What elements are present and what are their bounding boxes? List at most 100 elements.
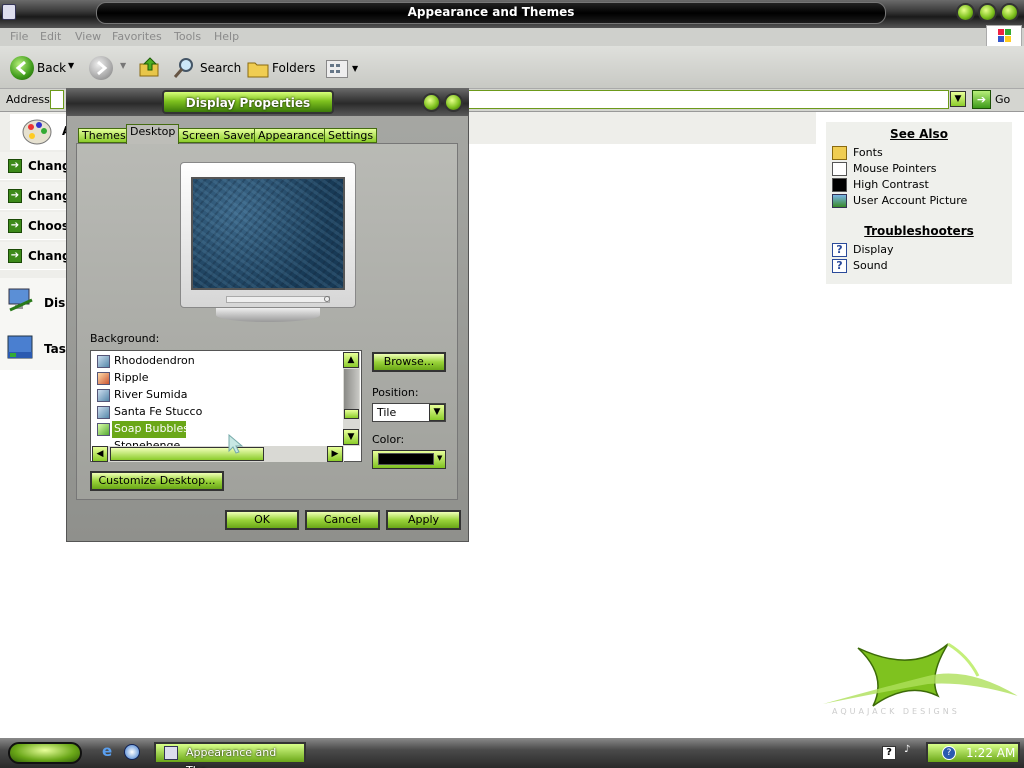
minimize-button[interactable] <box>956 3 975 22</box>
arrow-right-icon: ➔ <box>8 189 22 203</box>
chevron-down-icon[interactable]: ▼ <box>437 454 442 462</box>
search-icon[interactable] <box>172 56 196 80</box>
maximize-button[interactable] <box>978 3 997 22</box>
high-contrast-icon <box>832 178 847 192</box>
help-icon: ? <box>832 243 847 257</box>
user-picture-icon <box>832 194 847 208</box>
tab-appearance[interactable]: Appearance <box>254 128 329 143</box>
folders-icon[interactable] <box>246 57 270 79</box>
apply-button[interactable]: Apply <box>386 510 461 530</box>
list-item[interactable]: River Sumida <box>114 387 187 403</box>
vertical-scroll-thumb[interactable] <box>344 369 359 409</box>
troubleshooter-link[interactable]: Sound <box>853 259 888 272</box>
list-item[interactable]: Stonehenge <box>114 438 180 446</box>
arrow-right-icon: ➔ <box>8 219 22 233</box>
address-input[interactable] <box>465 90 949 109</box>
tab-screen-saver[interactable]: Screen Saver <box>178 128 259 143</box>
browse-button[interactable]: Browse... <box>372 352 446 372</box>
ok-button[interactable]: OK <box>225 510 299 530</box>
background-label: Background: <box>90 332 160 345</box>
media-icon[interactable] <box>124 744 140 760</box>
power-button-icon <box>324 296 330 302</box>
scroll-left-button[interactable]: ◀ <box>92 446 108 462</box>
tab-desktop[interactable]: Desktop <box>126 124 180 144</box>
image-file-icon <box>97 406 110 419</box>
vertical-scroll-thumb-grip[interactable] <box>344 409 359 419</box>
menu-tools[interactable]: Tools <box>174 30 201 43</box>
cancel-button[interactable]: Cancel <box>305 510 380 530</box>
close-button[interactable] <box>444 93 463 112</box>
speaker-icon[interactable]: ♪ <box>904 744 910 755</box>
mouse-cursor-icon <box>228 433 244 454</box>
wallpaper-texture <box>193 179 343 288</box>
help-icon[interactable]: ? <box>942 746 956 760</box>
menu-help[interactable]: Help <box>214 30 239 43</box>
scroll-right-button[interactable]: ▶ <box>327 446 343 462</box>
display-icon[interactable] <box>6 286 34 314</box>
content-header-strip <box>468 112 816 144</box>
see-also-link[interactable]: High Contrast <box>853 178 929 191</box>
image-file-icon <box>97 355 110 368</box>
help-icon: ? <box>832 259 847 273</box>
up-folder-icon[interactable] <box>138 55 162 79</box>
arrow-right-icon: ➔ <box>8 249 22 263</box>
troubleshooter-link[interactable]: Display <box>853 243 894 256</box>
back-button[interactable]: Back <box>37 61 66 75</box>
folder-icon <box>164 746 178 760</box>
search-button[interactable]: Search <box>200 61 241 75</box>
fonts-folder-icon <box>832 146 847 160</box>
list-item-selected[interactable]: Soap Bubbles <box>114 421 189 437</box>
color-swatch[interactable] <box>378 453 434 465</box>
color-label: Color: <box>372 433 405 446</box>
list-item[interactable]: Ripple <box>114 370 149 386</box>
list-item[interactable]: Rhododendron <box>114 353 195 369</box>
go-button[interactable]: Go <box>995 93 1010 106</box>
go-arrow-icon[interactable]: ➔ <box>972 90 991 109</box>
image-file-icon <box>97 423 110 436</box>
clock[interactable]: 1:22 AM <box>966 746 1015 760</box>
internet-explorer-icon[interactable]: e <box>102 744 118 760</box>
list-clip: Stonehenge <box>92 438 342 446</box>
folder-icon[interactable] <box>2 4 16 20</box>
appearance-palette-icon <box>20 116 54 148</box>
scroll-down-button[interactable]: ▼ <box>343 429 359 445</box>
image-file-icon <box>97 372 110 385</box>
help-tray-icon[interactable]: ? <box>882 746 896 760</box>
see-also-link[interactable]: Mouse Pointers <box>853 162 937 175</box>
start-button[interactable] <box>8 742 82 764</box>
menu-edit[interactable]: Edit <box>40 30 61 43</box>
window-title: Appearance and Themes <box>407 5 575 19</box>
scroll-up-button[interactable]: ▲ <box>343 352 359 368</box>
chevron-down-icon[interactable]: ▼ <box>68 61 74 70</box>
menu-file[interactable]: File <box>10 30 28 43</box>
menu-view[interactable]: View <box>75 30 101 43</box>
taskbar-icon[interactable] <box>6 332 36 362</box>
back-arrow-icon[interactable] <box>10 56 34 80</box>
tab-settings[interactable]: Settings <box>324 128 378 143</box>
mouse-pointer-icon <box>832 162 847 176</box>
menu-favorites[interactable]: Favorites <box>112 30 162 43</box>
position-dropdown-button[interactable]: ▼ <box>429 404 445 421</box>
folders-button[interactable]: Folders <box>272 61 315 75</box>
help-button[interactable] <box>422 93 441 112</box>
dialog-title: Display Properties <box>185 96 311 110</box>
position-label: Position: <box>372 386 419 399</box>
address-label: Address <box>6 93 50 106</box>
troubleshooters-heading: Troubleshooters <box>864 224 974 238</box>
close-button[interactable] <box>1000 3 1019 22</box>
address-dropdown-button[interactable]: ▼ <box>950 91 966 107</box>
designer-watermark-text: AQUAJACK DESIGNS <box>832 707 960 716</box>
see-also-link[interactable]: User Account Picture <box>853 194 967 207</box>
image-file-icon <box>97 389 110 402</box>
tab-themes[interactable]: Themes <box>78 128 130 143</box>
forward-arrow-icon[interactable] <box>89 56 113 80</box>
customize-desktop-button[interactable]: Customize Desktop... <box>90 471 224 491</box>
address-input-start[interactable] <box>50 90 64 109</box>
monitor-stand <box>216 308 320 322</box>
views-icon[interactable] <box>326 60 348 78</box>
chevron-down-icon[interactable]: ▼ <box>120 61 126 70</box>
chevron-down-icon[interactable]: ▼ <box>352 64 358 73</box>
arrow-right-icon: ➔ <box>8 159 22 173</box>
list-item[interactable]: Santa Fe Stucco <box>114 404 202 420</box>
see-also-link[interactable]: Fonts <box>853 146 883 159</box>
